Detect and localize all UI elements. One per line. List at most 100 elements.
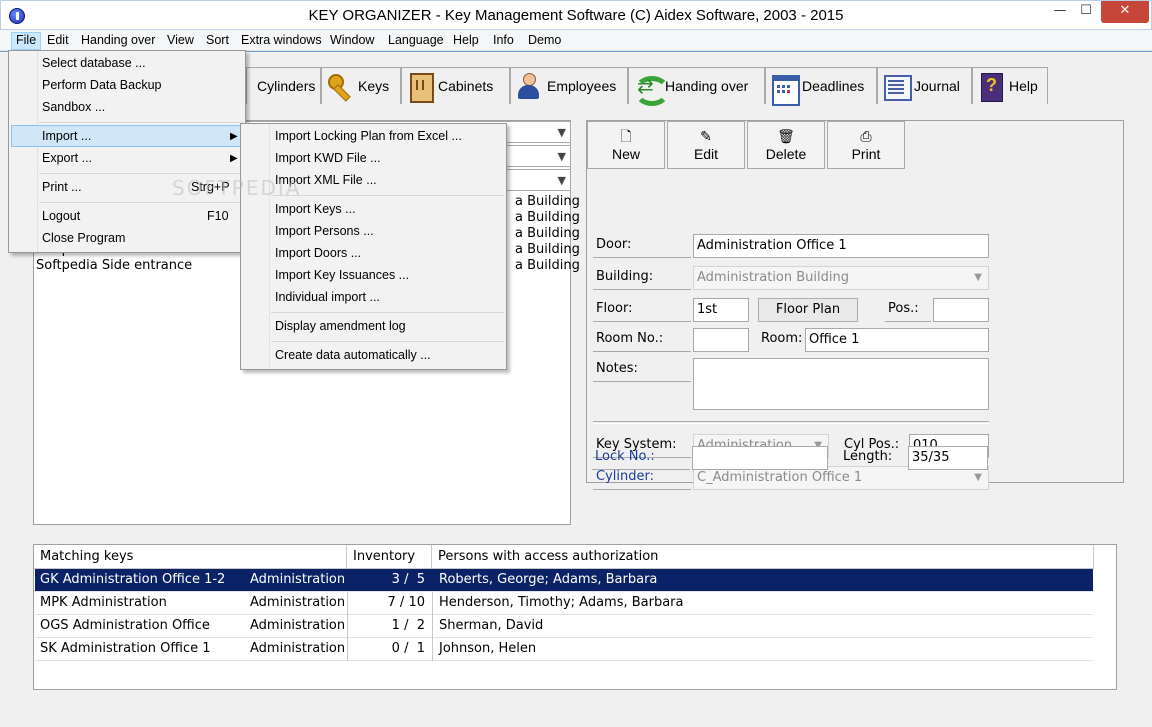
column-separator: [432, 615, 433, 638]
menu-item-import-key-issuances[interactable]: Import Key Issuances ...: [243, 265, 504, 287]
building-label: Building:: [593, 266, 691, 290]
menu-view[interactable]: View: [163, 32, 198, 50]
room-no-field[interactable]: [693, 328, 749, 352]
submenu-arrow-icon: ▶: [230, 153, 238, 164]
menu-file[interactable]: File: [11, 32, 42, 50]
cylinder-value: C_Administration Office 1: [697, 470, 863, 485]
floor-field[interactable]: 1st: [693, 298, 749, 322]
maximize-button[interactable]: ☐: [1073, 1, 1099, 23]
menu-item-create-data[interactable]: Create data automatically ...: [243, 345, 504, 367]
menu-shortcut: Strg+P: [191, 180, 230, 194]
cabinet-icon: [406, 72, 434, 103]
pos-label: Pos.:: [885, 298, 931, 322]
notes-label: Notes:: [593, 358, 691, 382]
menu-item-label: Individual import ...: [275, 290, 380, 304]
tab-help[interactable]: Help: [972, 67, 1048, 104]
menu-item-data-backup[interactable]: Perform Data Backup: [11, 75, 243, 97]
tab-deadlines[interactable]: Deadlines: [765, 67, 877, 106]
lock-no-field[interactable]: [692, 446, 828, 470]
chevron-down-icon: ▼: [974, 472, 982, 483]
pos-field[interactable]: [933, 298, 989, 322]
delete-button[interactable]: 🗑 Delete: [747, 121, 825, 169]
menu-window[interactable]: Window: [326, 32, 378, 50]
door-field[interactable]: Administration Office 1: [693, 234, 989, 258]
print-button[interactable]: ⎙ Print: [827, 121, 905, 169]
menu-item-label: Display amendment log: [275, 319, 406, 333]
tab-employees[interactable]: Employees: [510, 67, 628, 104]
list-item-building[interactable]: a Building: [515, 258, 580, 273]
col-matching-keys[interactable]: Matching keys: [34, 545, 347, 569]
menu-demo[interactable]: Demo: [524, 32, 565, 50]
tab-cylinders[interactable]: Cylinders: [246, 67, 321, 104]
cell-inventory: 7 / 10: [387, 595, 425, 610]
menu-handing-over[interactable]: Handing over: [77, 32, 159, 50]
menu-item-logout[interactable]: Logout F10: [11, 206, 243, 228]
menu-item-label: Import KWD File ...: [275, 151, 381, 165]
list-item-building[interactable]: a Building: [515, 194, 580, 209]
menu-item-import-persons[interactable]: Import Persons ...: [243, 221, 504, 243]
list-item-building[interactable]: a Building: [515, 226, 580, 241]
window-title: KEY ORGANIZER - Key Management Software …: [308, 7, 844, 24]
new-button[interactable]: 🗋 New: [587, 121, 665, 169]
building-select[interactable]: Administration Building ▼: [693, 266, 989, 290]
tab-handing-over[interactable]: Handing over: [628, 67, 765, 106]
table-row[interactable]: GK Administration Office 1-2 Administrat…: [35, 569, 1093, 592]
tab-cabinets[interactable]: Cabinets: [401, 67, 510, 104]
menu-separator: [39, 122, 243, 123]
cell-inventory: 1 / 2: [391, 618, 425, 633]
cell-inventory: 0 / 1: [391, 641, 425, 656]
edit-button[interactable]: ✎ Edit: [667, 121, 745, 169]
menu-item-import-keys[interactable]: Import Keys ...: [243, 199, 504, 221]
menu-sort[interactable]: Sort: [202, 32, 233, 50]
table-row[interactable]: SK Administration Office 1 Administratio…: [35, 638, 1093, 661]
menu-extra-windows[interactable]: Extra windows: [237, 32, 326, 50]
menu-edit[interactable]: Edit: [43, 32, 73, 50]
menu-help[interactable]: Help: [449, 32, 483, 50]
close-button[interactable]: ✕: [1101, 1, 1149, 23]
door-detail-panel: 🗋 New ✎ Edit 🗑 Delete ⎙ Print Door: Admi…: [586, 120, 1124, 490]
menu-item-import[interactable]: Import ... ▶: [11, 125, 243, 147]
tab-label: Help: [1009, 78, 1038, 94]
room-field[interactable]: Office 1: [805, 328, 989, 352]
menu-item-import-doors[interactable]: Import Doors ...: [243, 243, 504, 265]
menu-item-print[interactable]: Print ... Strg+P: [11, 177, 243, 199]
cell-inventory: 3 / 5: [391, 572, 425, 587]
table-row[interactable]: MPK Administration Administration 7 / 10…: [35, 592, 1093, 615]
floor-plan-button[interactable]: Floor Plan: [758, 298, 858, 322]
table-row[interactable]: OGS Administration Office Administration…: [35, 615, 1093, 638]
lock-no-label[interactable]: Lock No.:: [592, 446, 690, 470]
notes-field[interactable]: [693, 358, 989, 410]
menu-item-label: Import XML File ...: [275, 173, 377, 187]
col-inventory[interactable]: Inventory: [347, 545, 432, 569]
menu-info[interactable]: Info: [489, 32, 518, 50]
tab-keys[interactable]: Keys: [321, 67, 401, 104]
menu-item-label: Perform Data Backup: [42, 78, 162, 92]
menu-item-import-kwd[interactable]: Import KWD File ...: [243, 148, 504, 170]
menu-item-label: Print ...: [42, 180, 82, 194]
minimize-button[interactable]: —: [1047, 1, 1073, 23]
menu-item-amendment-log[interactable]: Display amendment log: [243, 316, 504, 338]
list-item-building[interactable]: a Building: [515, 242, 580, 257]
menu-item-label: Import Key Issuances ...: [275, 268, 410, 282]
list-item-building[interactable]: a Building: [515, 210, 580, 225]
menu-item-sandbox[interactable]: Sandbox ...: [11, 97, 243, 119]
menu-item-select-database[interactable]: Select database ...: [11, 53, 243, 75]
menu-item-close-program[interactable]: Close Program: [11, 228, 243, 250]
length-field[interactable]: 35/35: [908, 446, 988, 470]
menu-item-import-xml[interactable]: Import XML File ...: [243, 170, 504, 192]
list-item-name[interactable]: Softpedia Side entrance: [36, 258, 192, 273]
new-button-label: New: [611, 146, 640, 162]
col-persons[interactable]: Persons with access authorization: [432, 545, 1094, 569]
cell-key: OGS Administration Office: [40, 618, 210, 633]
key-icon: [326, 72, 354, 100]
tab-journal[interactable]: Journal: [877, 67, 972, 104]
menu-language[interactable]: Language: [384, 32, 448, 50]
help-book-icon: [977, 72, 1005, 102]
menu-item-export[interactable]: Export ... ▶: [11, 148, 243, 170]
tab-label: Cylinders: [257, 78, 316, 94]
import-submenu: Import Locking Plan from Excel ... Impor…: [240, 123, 507, 370]
room-no-label: Room No.:: [593, 328, 691, 352]
trash-icon: 🗑: [777, 128, 795, 144]
menu-item-import-locking-plan[interactable]: Import Locking Plan from Excel ...: [243, 126, 504, 148]
menu-item-individual-import[interactable]: Individual import ...: [243, 287, 504, 309]
